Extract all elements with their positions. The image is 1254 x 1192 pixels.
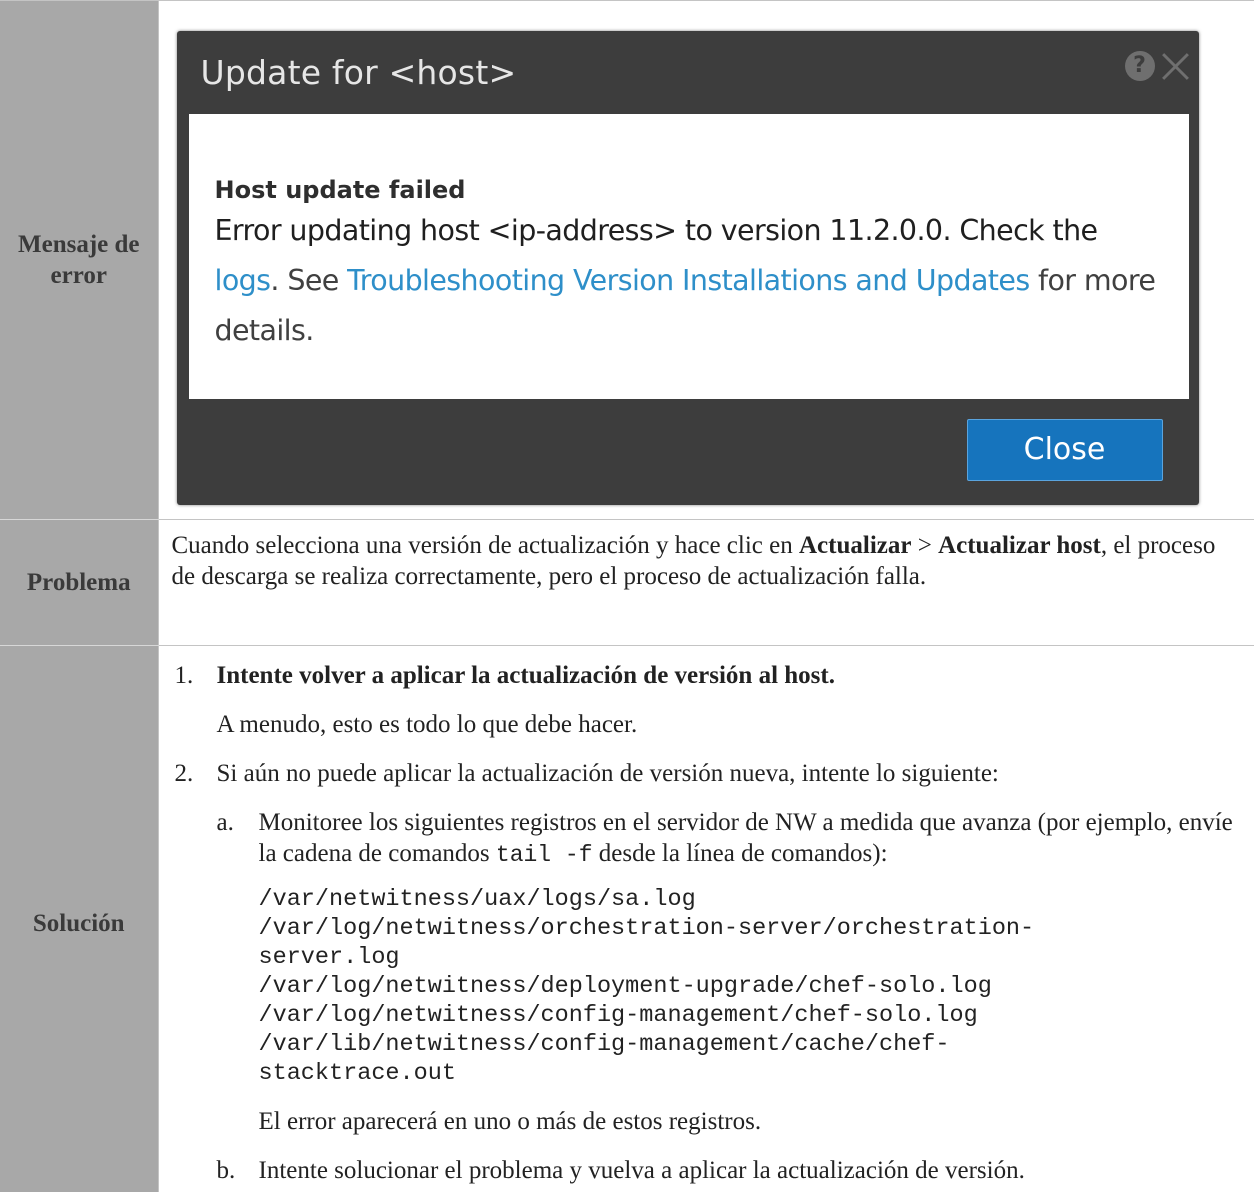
step-2-text: Si aún no puede aplicar la actualización… xyxy=(216,760,999,787)
log-path: stacktrace.out xyxy=(258,1060,456,1087)
logs-link[interactable]: logs xyxy=(215,264,272,297)
troubleshooting-table: Mensaje de error Update for <host> ? Hos… xyxy=(0,0,1254,1192)
step-2: 2. Si aún no puede aplicar la actualizac… xyxy=(175,758,1247,1186)
problem-row: Problema Cuando selecciona una versión d… xyxy=(0,519,1254,646)
sub-step-a-text: Monitoree los siguientes registros en el… xyxy=(259,807,1247,871)
sub-step-a-after: El error aparecerá en uno o más de estos… xyxy=(258,1108,762,1135)
problem-text: Cuando selecciona una versión de actuali… xyxy=(159,520,1254,645)
solution-label: Solución xyxy=(0,645,158,1192)
dialog-heading: Host update failed xyxy=(214,176,466,204)
sub-step-a: a. Monitoree los siguientes registros en… xyxy=(217,807,1247,1137)
close-icon[interactable] xyxy=(1161,51,1189,81)
error-message-label: Mensaje de error xyxy=(0,0,158,520)
solution-row: Solución 1. Intente volver a aplicar la … xyxy=(0,645,1254,1192)
log-path: /var/log/netwitness/config-management/ch… xyxy=(258,1002,978,1029)
sub-step-a-text-2: desde la línea de comandos): xyxy=(592,840,888,867)
dialog-message-text-2: . See xyxy=(270,264,348,297)
sub-step-a-letter: a. xyxy=(216,809,234,836)
problem-bold-2: Actualizar host xyxy=(938,532,1101,559)
log-paths-block: /var/netwitness/uax/logs/sa.log/var/log/… xyxy=(259,885,1247,1088)
help-icon[interactable]: ? xyxy=(1124,51,1155,81)
log-path: /var/log/netwitness/deployment-upgrade/c… xyxy=(258,973,992,1000)
error-message-cell: Update for <host> ? Host update failed E… xyxy=(157,0,1254,520)
step-1-number: 1. xyxy=(174,662,194,689)
dialog-body: Host update failed Error updating host <… xyxy=(188,114,1189,399)
step-2-number: 2. xyxy=(174,760,194,787)
dialog-message-text-1: Error updating host <ip-address> to vers… xyxy=(214,214,1099,247)
update-dialog: Update for <host> ? Host update failed E… xyxy=(176,31,1199,505)
dialog-message: Error updating host <ip-address> to vers… xyxy=(215,206,1161,356)
log-path: /var/lib/netwitness/config-management/ca… xyxy=(258,1031,950,1058)
step-1: 1. Intente volver a aplicar la actualiza… xyxy=(175,660,1247,740)
problem-text-1: Cuando selecciona una versión de actuali… xyxy=(171,532,799,559)
log-path: /var/netwitness/uax/logs/sa.log xyxy=(258,886,696,913)
log-path: /var/log/netwitness/orchestration-server… xyxy=(258,915,1035,942)
sub-step-b-text: Intente solucionar el problema y vuelva … xyxy=(258,1157,1025,1184)
sub-step-b: b. Intente solucionar el problema y vuel… xyxy=(217,1155,1247,1186)
problem-cell: Cuando selecciona una versión de actuali… xyxy=(157,519,1254,646)
log-path: server.log xyxy=(258,944,400,971)
dialog-title: Update for <host> xyxy=(200,53,517,92)
step-1-title: Intente volver a aplicar la actualizació… xyxy=(216,662,835,689)
troubleshooting-link[interactable]: Troubleshooting Version Installations an… xyxy=(347,264,1030,297)
sub-step-b-letter: b. xyxy=(216,1157,236,1184)
problem-text-2: > xyxy=(911,532,939,559)
solution-cell: 1. Intente volver a aplicar la actualiza… xyxy=(157,645,1254,1192)
problem-label: Problema xyxy=(0,519,158,646)
close-button[interactable]: Close xyxy=(966,419,1163,481)
problem-bold-1: Actualizar xyxy=(799,532,912,559)
step-1-note: A menudo, esto es todo lo que debe hacer… xyxy=(216,711,638,738)
tail-command: tail -f xyxy=(495,842,593,868)
error-message-row: Mensaje de error Update for <host> ? Hos… xyxy=(0,0,1254,520)
